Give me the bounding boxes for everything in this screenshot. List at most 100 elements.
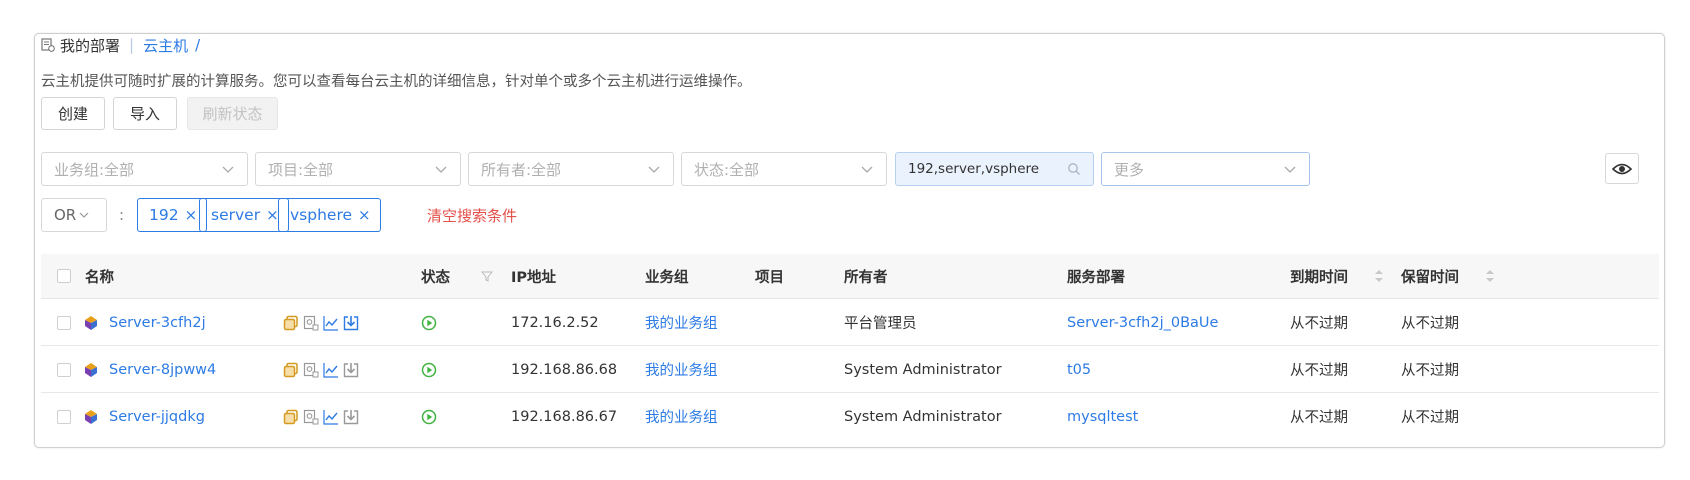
header-business-group: 业务组 (645, 269, 689, 286)
search-tag-label: server (211, 206, 261, 224)
chevron-down-icon (648, 166, 660, 173)
more-select[interactable]: 更多 (1101, 152, 1310, 186)
copy-icon[interactable] (283, 315, 299, 331)
expire-time-cell: 从不过期 (1290, 316, 1348, 332)
search-tag-label: 192 (149, 206, 179, 224)
deployment-link[interactable]: t05 (1067, 346, 1091, 393)
vm-icon (83, 346, 99, 393)
row-checkbox[interactable] (57, 346, 71, 393)
business-group-link[interactable]: 我的业务组 (645, 299, 718, 346)
row-checkbox[interactable] (57, 299, 71, 346)
search-tag[interactable]: vsphere × (278, 198, 381, 232)
status-select[interactable]: 状态:全部 (681, 152, 887, 186)
chevron-down-icon (435, 166, 447, 173)
table-body: Server-3cfh2j 172.16.2.52 我的业务组 平台管理员 Se… (35, 299, 1664, 440)
header-retain-time-label: 保留时间 (1401, 269, 1459, 286)
remove-tag-icon[interactable]: × (358, 206, 371, 224)
search-tag[interactable]: 192 × (137, 198, 208, 232)
clear-search-link[interactable]: 清空搜索条件 (427, 205, 517, 226)
table-row: Server-3cfh2j 172.16.2.52 我的业务组 平台管理员 Se… (41, 299, 1659, 346)
header-deployment: 服务部署 (1067, 269, 1125, 286)
export-icon[interactable] (343, 315, 359, 331)
deployment-link[interactable]: mysqltest (1067, 393, 1138, 440)
export-icon[interactable] (343, 409, 359, 425)
header-retain-time[interactable]: 保留时间 (1401, 254, 1459, 298)
search-input-value: 192,server,vsphere (908, 161, 1040, 177)
ip-address: 192.168.86.67 (511, 408, 618, 425)
select-all-checkbox[interactable] (57, 254, 71, 298)
header-expire-time[interactable]: 到期时间 (1290, 254, 1348, 298)
row-actions (283, 299, 359, 346)
header-project: 项目 (755, 269, 784, 286)
sort-retain-icon[interactable] (1485, 254, 1495, 298)
business-group-link[interactable]: 我的业务组 (645, 346, 718, 393)
row-actions (283, 393, 359, 440)
vm-icon (83, 299, 99, 346)
business-group-select[interactable]: 业务组:全部 (41, 152, 248, 186)
business-group-select-label: 业务组:全部 (54, 160, 135, 179)
eye-icon (1612, 163, 1632, 174)
column-visibility-button[interactable] (1605, 153, 1639, 184)
tag-colon: : (119, 206, 125, 224)
search-tag-label: vsphere (290, 206, 353, 224)
breadcrumb-current[interactable]: 云主机 (143, 35, 188, 56)
logic-operator-label: OR (54, 206, 77, 224)
search-tag[interactable]: server × (199, 198, 289, 232)
chevron-down-icon (222, 166, 234, 173)
sort-expire-icon[interactable] (1374, 254, 1384, 298)
breadcrumb-root[interactable]: 我的部署 (60, 35, 120, 56)
chevron-down-icon (861, 166, 873, 173)
console-icon[interactable] (303, 409, 319, 425)
vm-icon (83, 393, 99, 440)
business-group-link[interactable]: 我的业务组 (645, 393, 718, 440)
create-button[interactable]: 创建 (41, 97, 105, 130)
running-status-icon (421, 393, 437, 440)
project-select[interactable]: 项目:全部 (255, 152, 461, 186)
ip-address: 172.16.2.52 (511, 314, 599, 331)
vm-name-link[interactable]: Server-jjqdkg (109, 393, 205, 440)
running-status-icon (421, 346, 437, 393)
page-description: 云主机提供可随时扩展的计算服务。您可以查看每台云主机的详细信息，针对单个或多个云… (41, 74, 752, 90)
header-name: 名称 (85, 269, 114, 286)
import-button[interactable]: 导入 (113, 97, 177, 130)
table-row: Server-8jpww4 192.168.86.68 我的业务组 System… (41, 346, 1659, 393)
breadcrumb-slash: / (195, 36, 201, 54)
table-header: 名称 状态 IP地址 业务组 项目 所有者 服务部署 到期时间 保留时间 (41, 254, 1659, 299)
owner-cell: 平台管理员 (844, 316, 917, 332)
copy-icon[interactable] (283, 409, 299, 425)
table-row: Server-jjqdkg 192.168.86.67 我的业务组 System… (41, 393, 1659, 440)
search-icon[interactable] (1067, 162, 1081, 176)
header-expire-time-label: 到期时间 (1290, 269, 1348, 286)
logic-operator-select[interactable]: OR (41, 198, 107, 232)
console-icon[interactable] (303, 315, 319, 331)
expire-time-cell: 从不过期 (1290, 410, 1348, 426)
monitor-chart-icon[interactable] (323, 362, 339, 378)
header-status: 状态 (421, 269, 450, 286)
export-icon[interactable] (343, 362, 359, 378)
vm-name-link[interactable]: Server-3cfh2j (109, 299, 206, 346)
monitor-chart-icon[interactable] (323, 315, 339, 331)
breadcrumb: 我的部署 | 云主机 / (41, 34, 200, 56)
running-status-icon (421, 299, 437, 346)
status-filter-icon[interactable] (481, 254, 493, 298)
content-panel: 我的部署 | 云主机 / 云主机提供可随时扩展的计算服务。您可以查看每台云主机的… (34, 33, 1665, 448)
project-select-label: 项目:全部 (268, 160, 334, 179)
header-ip: IP地址 (511, 269, 557, 286)
header-owner: 所有者 (844, 269, 888, 286)
remove-tag-icon[interactable]: × (266, 206, 279, 224)
owner-cell: System Administrator (844, 361, 1002, 378)
copy-icon[interactable] (283, 362, 299, 378)
deployment-link[interactable]: Server-3cfh2j_0BaUe (1067, 299, 1218, 346)
retain-time-cell: 从不过期 (1401, 363, 1459, 379)
ip-address: 192.168.86.68 (511, 361, 618, 378)
search-input[interactable]: 192,server,vsphere (895, 152, 1094, 186)
remove-tag-icon[interactable]: × (185, 206, 198, 224)
row-checkbox[interactable] (57, 393, 71, 440)
refresh-status-button[interactable]: 刷新状态 (187, 97, 278, 130)
console-icon[interactable] (303, 362, 319, 378)
owner-select[interactable]: 所有者:全部 (468, 152, 674, 186)
vm-name-link[interactable]: Server-8jpww4 (109, 346, 216, 393)
chevron-down-icon (1284, 166, 1296, 173)
monitor-chart-icon[interactable] (323, 409, 339, 425)
chevron-down-icon (79, 212, 89, 218)
